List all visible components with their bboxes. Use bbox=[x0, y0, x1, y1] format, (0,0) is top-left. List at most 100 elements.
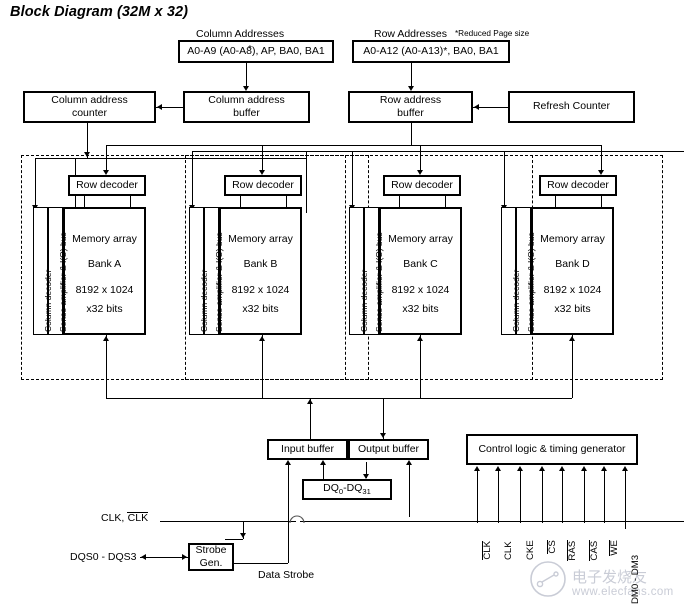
arrow-signal-cas bbox=[581, 466, 587, 471]
arrow-signal-cke bbox=[517, 466, 523, 471]
memory-array-d: Memory array Bank D 8192 x 1024 x32 bits bbox=[531, 207, 614, 335]
wire-signal-ras bbox=[562, 471, 563, 523]
wire-rowdec-b bbox=[262, 145, 263, 173]
row-addresses-value: A0-A12 (A0-A13)*, BA0, BA1 bbox=[363, 44, 499, 57]
output-buffer-box: Output buffer bbox=[348, 439, 429, 460]
arrow-dqs-out bbox=[141, 554, 146, 560]
arrow-bankb-data bbox=[259, 336, 265, 341]
wire-signal-cas bbox=[584, 471, 585, 523]
wire-bankc-data bbox=[420, 335, 421, 398]
watermark-url: www.elecfans.com bbox=[572, 586, 674, 598]
refresh-counter-box: Refresh Counter bbox=[508, 91, 635, 123]
wire-strobegen-out bbox=[234, 563, 288, 564]
row-decoder-d: Row decoder bbox=[539, 175, 617, 196]
arrow-bankd-data bbox=[569, 336, 575, 341]
column-decoder-b-label: Column decoder bbox=[199, 269, 209, 332]
memory-array-a: Memory array Bank A 8192 x 1024 x32 bits bbox=[63, 207, 146, 335]
sense-amplifier-b-label: Sense amplifier & I(O) bus bbox=[214, 232, 224, 332]
signal-label-cs: CS bbox=[547, 539, 559, 554]
wire-rowdecd-arr-l bbox=[555, 196, 556, 207]
wire-clk-tap-h bbox=[225, 539, 243, 540]
sense-amplifier-d-label: Sense amplifier & I(O) bus bbox=[526, 232, 536, 332]
sense-amplifier-a-label: Sense amplifier & I(O) bus bbox=[58, 232, 68, 332]
column-bus-right bbox=[306, 151, 684, 152]
strobe-gen-label: Strobe Gen. bbox=[195, 543, 227, 569]
dq-box: DQ0-DQ31 bbox=[302, 479, 392, 500]
wire-rowdec-a bbox=[106, 145, 107, 173]
column-decoder-c-label: Column decoder bbox=[359, 269, 369, 332]
row-addresses-footnote: *Reduced Page size bbox=[455, 29, 530, 38]
wire-coldec-c bbox=[352, 151, 353, 206]
memory-array-a-text: Memory array Bank A 8192 x 1024 x32 bits bbox=[72, 233, 137, 315]
row-decoder-a: Row decoder bbox=[68, 175, 146, 196]
page-title: Block Diagram (32M x 32) bbox=[10, 4, 189, 20]
arrow-strobe-to-outputbuf bbox=[406, 460, 412, 465]
wire-bankd-data bbox=[572, 335, 573, 398]
column-bus-left bbox=[75, 158, 306, 159]
arrow-refresh-to-rowbuf bbox=[474, 104, 479, 110]
arrow-dq-to-inputbuf bbox=[320, 460, 326, 465]
column-addresses-asterisk: * bbox=[248, 44, 252, 55]
wire-signal-clk-bar bbox=[477, 471, 478, 523]
column-address-buffer-label: Column address buffer bbox=[208, 93, 285, 119]
signal-label-we: WE bbox=[609, 539, 621, 556]
wire-rowdec-c bbox=[420, 145, 421, 173]
column-address-counter-box: Column address counter bbox=[23, 91, 156, 123]
row-address-buffer-label: Row address buffer bbox=[379, 93, 442, 119]
dqs-label: DQS0 - DQS3 bbox=[70, 551, 137, 563]
signal-label-cas: CAS bbox=[589, 540, 601, 561]
row-decoder-c: Row decoder bbox=[383, 175, 461, 196]
arrow-strobe-to-inputbuf bbox=[285, 460, 291, 465]
strobe-gen-box: Strobe Gen. bbox=[188, 543, 234, 571]
wire-bus-to-inputbuf bbox=[310, 398, 311, 439]
wire-rowdeca-arr-l bbox=[84, 196, 85, 207]
wire-clk-in bbox=[160, 521, 288, 522]
arrow-signal-ras bbox=[559, 466, 565, 471]
arrow-colcounter-drop bbox=[84, 152, 90, 157]
dq-label: DQ0-DQ31 bbox=[323, 482, 371, 497]
arrow-bus-to-outputbuf bbox=[380, 433, 386, 438]
row-addresses-box: A0-A12 (A0-A13)*, BA0, BA1 bbox=[352, 40, 510, 63]
wire-rowbuf-drop bbox=[411, 123, 412, 145]
arrow-bus-to-inputbuf bbox=[307, 399, 313, 404]
wire-rowdecc-arr-l bbox=[399, 196, 400, 207]
data-strobe-label: Data Strobe bbox=[258, 569, 315, 581]
wire-rowdecb-arr-r bbox=[286, 196, 287, 207]
data-bus-horizontal bbox=[106, 398, 572, 399]
wire-signal-cke bbox=[520, 471, 521, 523]
arrow-signal-clk bbox=[495, 466, 501, 471]
wire-banka-data bbox=[106, 335, 107, 398]
sense-amplifier-c-label: Sense amplifier & I(O) bus bbox=[374, 232, 384, 332]
wire-coldec-d bbox=[504, 151, 505, 206]
watermark-logo-icon bbox=[530, 561, 566, 597]
wire-coldec-b bbox=[192, 151, 193, 206]
arrow-dqs-in bbox=[182, 554, 187, 560]
wire-signal-clk bbox=[498, 471, 499, 523]
signal-label-clk: CLK bbox=[503, 541, 514, 560]
wire-rowdec-d bbox=[601, 145, 602, 173]
column-bus-drop-b bbox=[306, 151, 307, 213]
arrow-bankc-data bbox=[417, 336, 423, 341]
memory-array-c-text: Memory array Bank C 8192 x 1024 x32 bits bbox=[388, 233, 453, 315]
row-address-buffer-box: Row address buffer bbox=[348, 91, 473, 123]
wire-coldec-a-h bbox=[35, 158, 75, 159]
row-bus-left bbox=[106, 145, 411, 146]
arrow-colbuf-to-colcounter bbox=[157, 104, 162, 110]
arrow-signal-cs bbox=[539, 466, 545, 471]
block-diagram-canvas: Block Diagram (32M x 32) Column Addresse… bbox=[0, 0, 688, 606]
signal-label-dm: DM0 - DM3 bbox=[630, 554, 641, 604]
row-bus-right bbox=[411, 145, 601, 146]
column-bus-mid bbox=[192, 151, 306, 152]
wire-signal-cs bbox=[542, 471, 543, 523]
wire-hop-icon bbox=[289, 515, 305, 524]
control-logic-box: Control logic & timing generator bbox=[466, 434, 638, 465]
memory-array-d-text: Memory array Bank D 8192 x 1024 x32 bits bbox=[540, 233, 605, 315]
row-addresses-caption: Row Addresses bbox=[374, 28, 447, 40]
column-addresses-box: A0-A9 (A0-A8), AP, BA0, BA1 bbox=[178, 40, 334, 63]
column-decoder-d-label: Column decoder bbox=[511, 269, 521, 332]
wire-clk-right bbox=[300, 521, 684, 522]
arrow-clk-tap bbox=[240, 533, 246, 538]
column-address-buffer-box: Column address buffer bbox=[183, 91, 310, 123]
memory-array-c: Memory array Bank C 8192 x 1024 x32 bits bbox=[379, 207, 462, 335]
wire-bankb-data bbox=[262, 335, 263, 398]
